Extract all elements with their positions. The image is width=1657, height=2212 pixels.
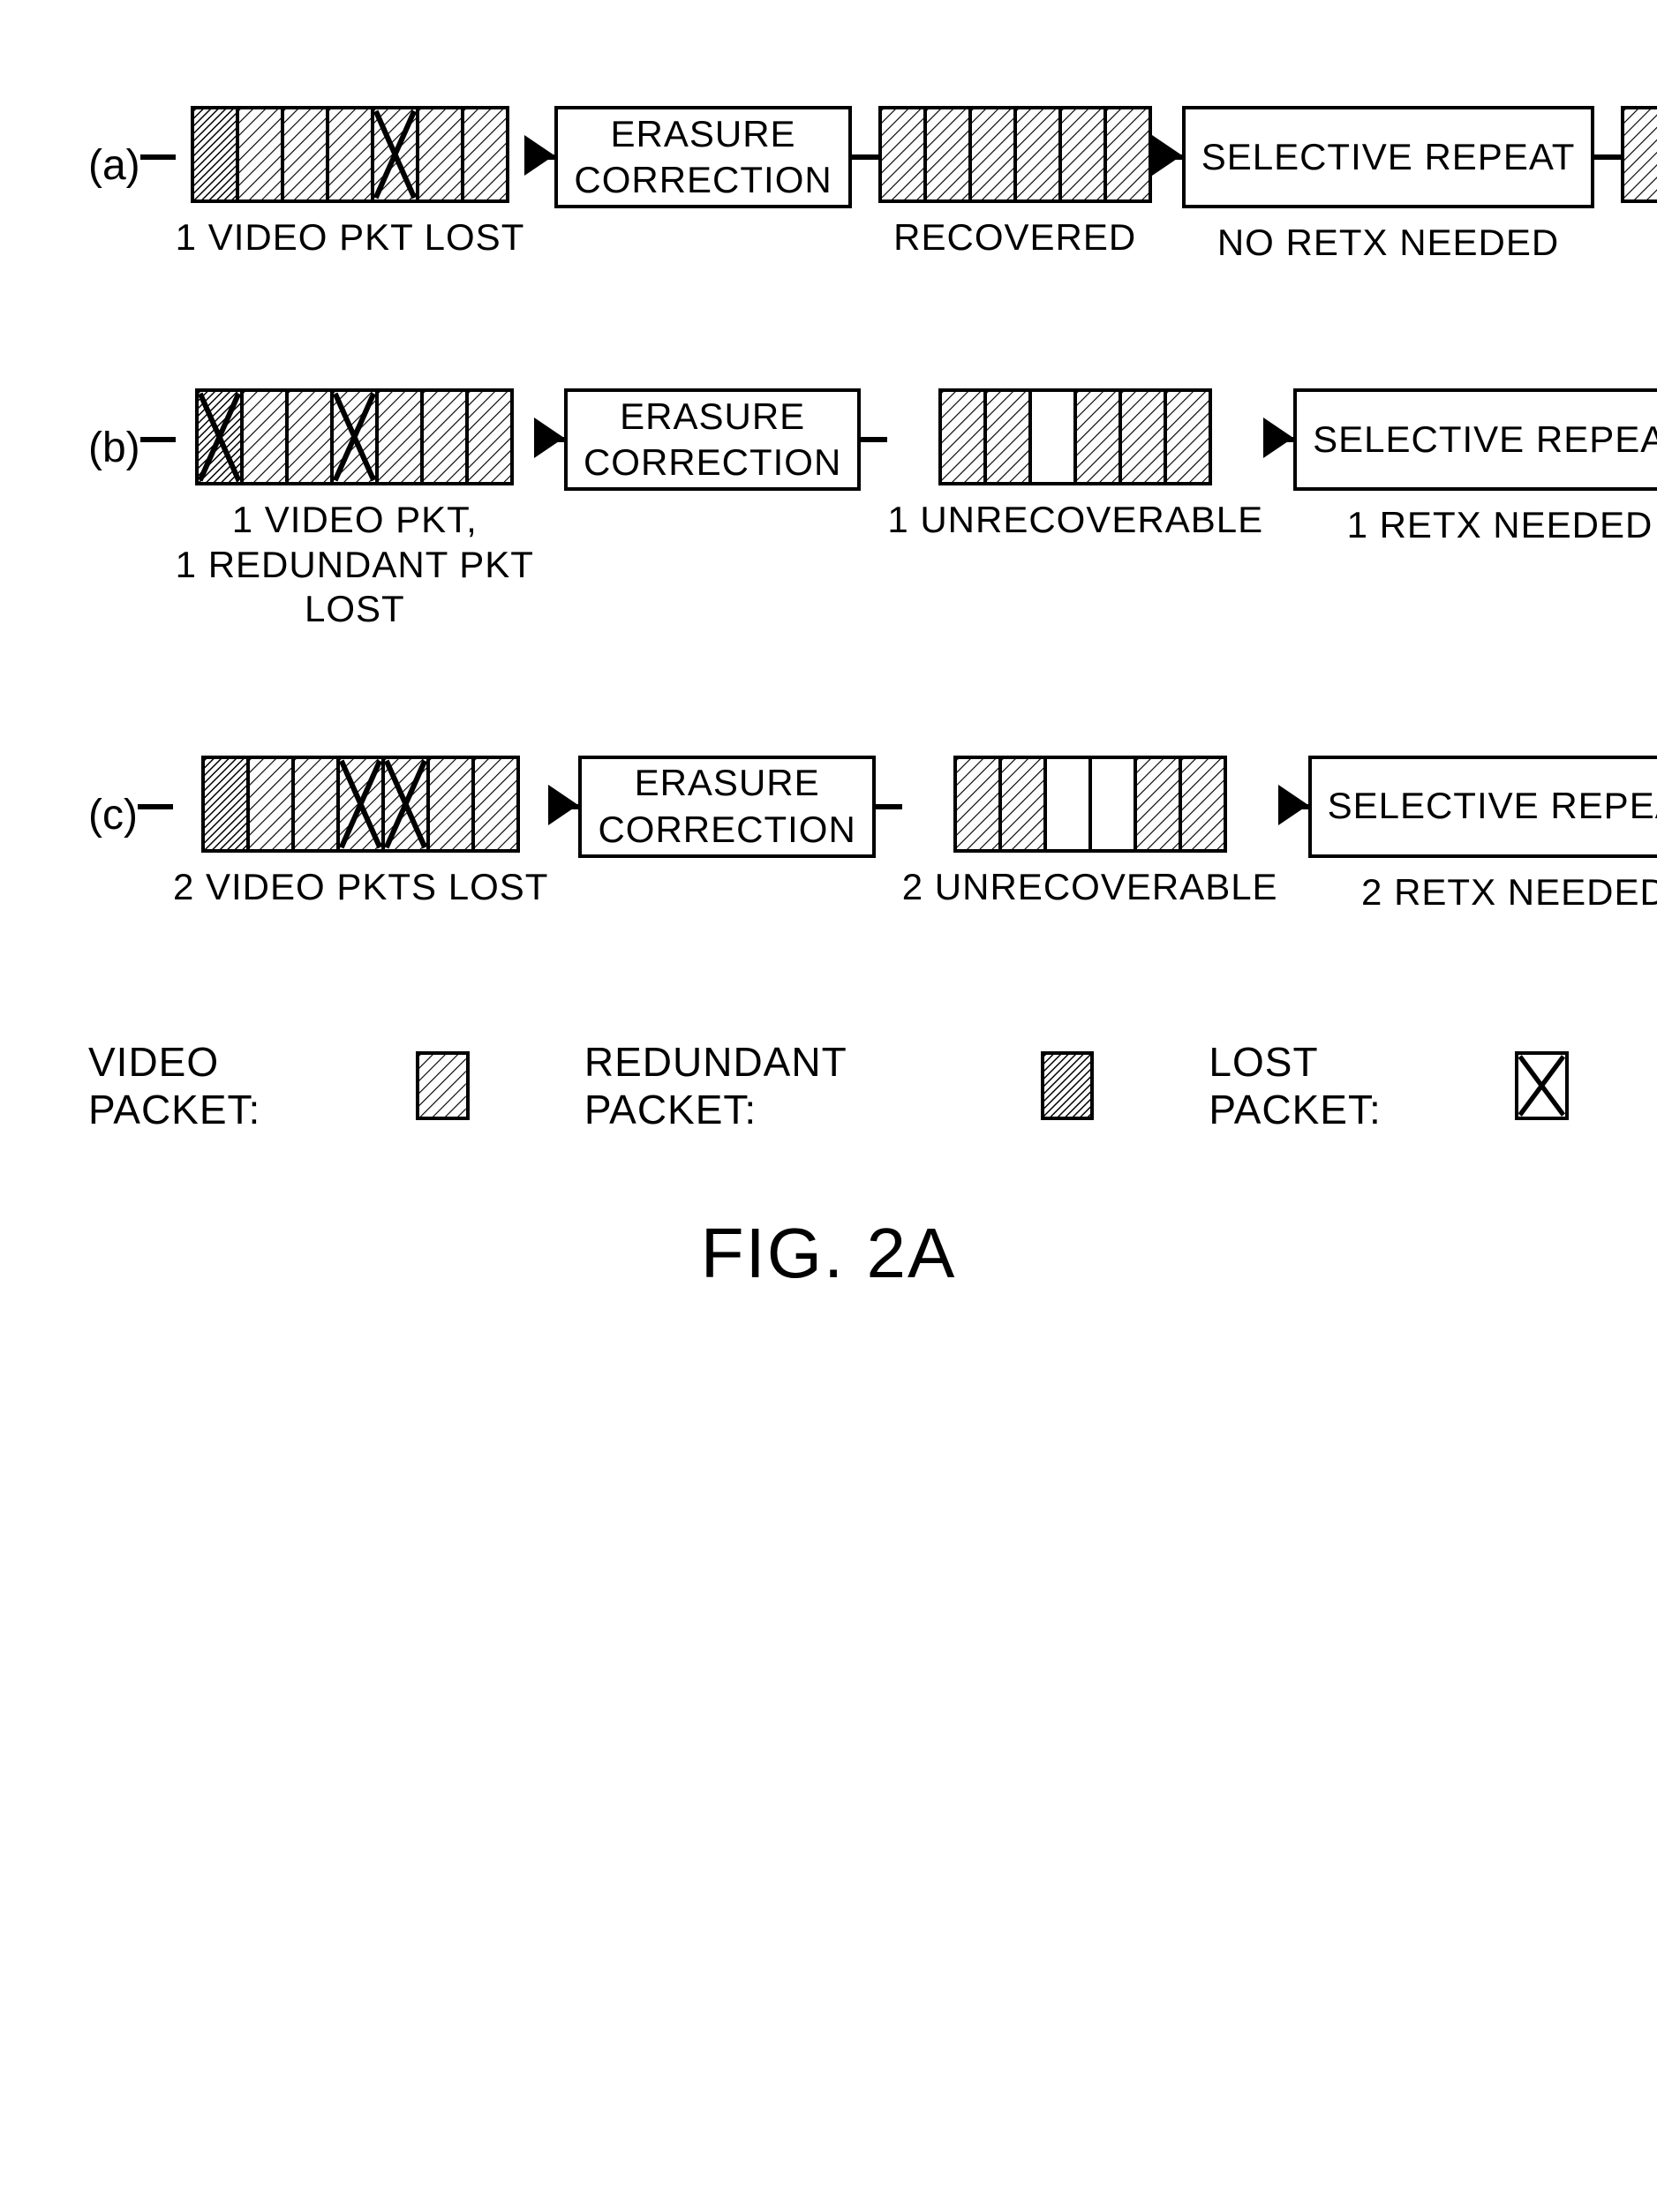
row-b: (b) 1 VIDEO PKT,1 REDUNDANT PKTLOST ERAS…	[88, 388, 1569, 631]
video-packet	[240, 388, 289, 485]
redundant-packet-lost	[195, 388, 244, 485]
mid-caption: 1 UNRECOVERABLE	[887, 498, 1263, 542]
video-packet	[426, 756, 475, 853]
row-label-b: (b)	[88, 388, 140, 472]
video-packet	[953, 756, 1002, 853]
legend-video-label: VIDEO PACKET:	[88, 1038, 396, 1133]
input-caption: 1 VIDEO PKT,1 REDUNDANT PKTLOST	[176, 498, 534, 631]
mid-packets	[878, 106, 1152, 203]
video-packet	[420, 388, 469, 485]
video-packet	[461, 106, 509, 203]
row-label-c: (c)	[88, 756, 138, 839]
flow-a: 1 VIDEO PKT LOST ERASURECORRECTION RECOV…	[140, 106, 1657, 265]
video-packet	[291, 756, 340, 853]
video-packet	[285, 388, 334, 485]
erasure-correction-box: ERASURECORRECTION	[554, 106, 851, 208]
redundant-packet	[191, 106, 239, 203]
selective-repeat-box: SELECTIVE REPEAT	[1308, 756, 1657, 858]
video-packet	[923, 106, 972, 203]
video-packet	[471, 756, 520, 853]
row-a: (a) 1 VIDEO PKT LOST ERASURECORRECTION	[88, 106, 1569, 265]
video-packet-lost	[330, 388, 379, 485]
video-packet	[968, 106, 1017, 203]
video-packet	[1621, 106, 1657, 203]
video-packet	[998, 756, 1047, 853]
legend-redundant-label: REDUNDANT PACKET:	[584, 1038, 1021, 1133]
mid-caption: 2 UNRECOVERABLE	[902, 865, 1278, 909]
diagram-root: (a) 1 VIDEO PKT LOST ERASURECORRECTION	[0, 0, 1657, 1347]
video-packet	[878, 106, 927, 203]
out-packets	[1621, 106, 1657, 203]
video-packet-icon	[416, 1051, 470, 1120]
video-packet	[1164, 388, 1212, 485]
legend-video: VIDEO PACKET:	[88, 1038, 470, 1133]
video-packet-lost	[381, 756, 430, 853]
out-caption: 2 RETX NEEDED	[1361, 870, 1657, 914]
redundant-packet-icon	[1041, 1051, 1095, 1120]
video-packet	[281, 106, 329, 203]
out-caption: 1 RETX NEEDED	[1347, 503, 1653, 547]
video-packet	[1179, 756, 1227, 853]
video-packet	[938, 388, 987, 485]
video-packet	[1013, 106, 1062, 203]
empty-packet	[1028, 388, 1077, 485]
legend-redundant: REDUNDANT PACKET:	[584, 1038, 1095, 1133]
input-packets	[191, 106, 509, 203]
row-c: (c) 2 VIDEO PKTS LOST ERASURECORRECTION	[88, 756, 1569, 914]
out-caption: NO RETX NEEDED	[1217, 221, 1559, 265]
empty-packet	[1043, 756, 1092, 853]
legend: VIDEO PACKET: REDUNDANT PACKET: LOST PAC…	[88, 1038, 1569, 1133]
video-packet	[465, 388, 514, 485]
input-packets	[201, 756, 520, 853]
redundant-packet	[201, 756, 250, 853]
video-packet	[983, 388, 1032, 485]
mid-packets	[953, 756, 1227, 853]
video-packet	[375, 388, 424, 485]
erasure-correction-box: ERASURECORRECTION	[578, 756, 875, 858]
flow-c: 2 VIDEO PKTS LOST ERASURECORRECTION 2 UN…	[138, 756, 1657, 914]
selective-repeat-box: SELECTIVE REPEAT	[1293, 388, 1657, 491]
video-packet	[416, 106, 464, 203]
video-packet	[1134, 756, 1182, 853]
legend-lost-label: LOST PACKET:	[1209, 1038, 1495, 1133]
row-label-a: (a)	[88, 106, 140, 190]
figure-label: FIG. 2A	[88, 1213, 1569, 1294]
input-caption: 2 VIDEO PKTS LOST	[173, 865, 548, 909]
video-packet	[246, 756, 295, 853]
lost-packet-icon	[1515, 1051, 1569, 1120]
flow-b: 1 VIDEO PKT,1 REDUNDANT PKTLOST ERASUREC…	[140, 388, 1657, 631]
mid-packets	[938, 388, 1212, 485]
video-packet-lost	[336, 756, 385, 853]
empty-packet	[1088, 756, 1137, 853]
video-packet	[1118, 388, 1167, 485]
video-packet	[1103, 106, 1152, 203]
selective-repeat-box: SELECTIVE REPEAT	[1182, 106, 1595, 208]
video-packet	[236, 106, 284, 203]
video-packet	[1058, 106, 1107, 203]
input-caption: 1 VIDEO PKT LOST	[176, 215, 525, 260]
erasure-correction-box: ERASURECORRECTION	[564, 388, 861, 491]
input-packets	[195, 388, 514, 485]
legend-lost: LOST PACKET:	[1209, 1038, 1569, 1133]
video-packet	[326, 106, 374, 203]
mid-caption: RECOVERED	[893, 215, 1136, 260]
video-packet-lost	[371, 106, 419, 203]
video-packet	[1073, 388, 1122, 485]
